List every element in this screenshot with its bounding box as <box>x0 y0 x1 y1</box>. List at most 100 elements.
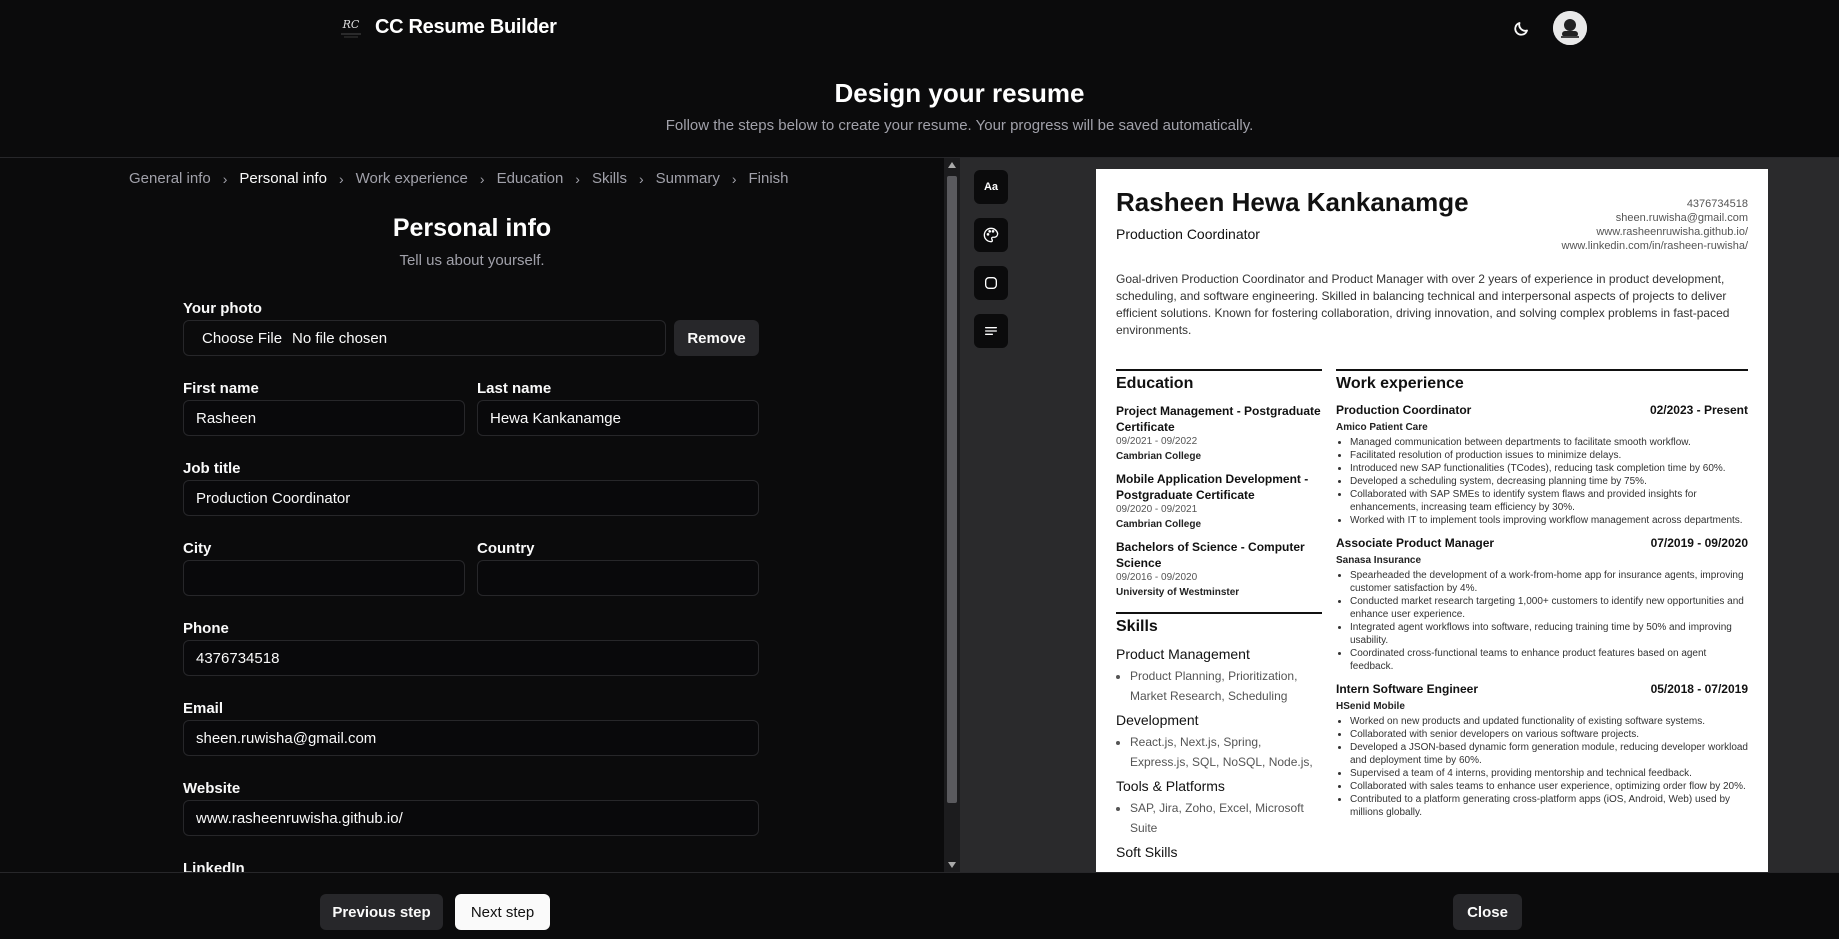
step-general-info[interactable]: General info <box>129 170 211 187</box>
work-bullet: Managed communication between department… <box>1350 436 1748 449</box>
step-finish[interactable]: Finish <box>749 170 789 187</box>
chevron-right-icon: › <box>638 170 644 187</box>
first-name-label: First name <box>183 380 259 397</box>
work-bullet: Coordinated cross-functional teams to en… <box>1350 647 1748 673</box>
linkedin-label: LinkedIn <box>183 860 245 872</box>
form-title: Personal info <box>392 214 552 242</box>
work-bullets: Worked on new products and updated funct… <box>1336 715 1748 819</box>
photo-file-input[interactable]: Choose File No file chosen <box>183 320 666 356</box>
work-company: Amico Patient Care <box>1336 422 1428 433</box>
work-dates: 05/2018 - 07/2019 <box>1650 682 1748 696</box>
country-label: Country <box>477 540 535 557</box>
skill-category: Soft Skills <box>1116 844 1178 860</box>
work-item: Production Coordinator 02/2023 - Present … <box>1336 403 1748 527</box>
next-step-button[interactable]: Next step <box>455 894 550 930</box>
app-logo-icon[interactable]: RC <box>336 12 366 42</box>
work-company: HSenid Mobile <box>1336 701 1405 712</box>
work-company: Sanasa Insurance <box>1336 555 1422 566</box>
first-name-input[interactable]: Rasheen <box>183 400 465 436</box>
scroll-up-icon[interactable] <box>948 162 956 168</box>
last-name-input[interactable]: Hewa Kankanamge <box>477 400 759 436</box>
work-title: Production Coordinator <box>1336 403 1472 417</box>
step-skills[interactable]: Skills <box>592 170 627 187</box>
scroll-thumb[interactable] <box>947 176 957 803</box>
app-title[interactable]: CC Resume Builder <box>375 16 557 39</box>
education-item: Mobile Application Development - Postgra… <box>1116 471 1322 530</box>
palette-icon[interactable] <box>974 218 1008 252</box>
education-degree: Bachelors of Science - Computer Science <box>1116 540 1305 570</box>
resume-job-title: Production Coordinator <box>1116 226 1260 242</box>
resume-name: Rasheen Hewa Kankanamge <box>1116 187 1469 217</box>
city-input[interactable] <box>183 560 465 596</box>
border-style-icon[interactable] <box>974 266 1008 300</box>
photo-label: Your photo <box>183 300 262 317</box>
resume-phone: 4376734518 <box>1686 198 1748 210</box>
education-degree: Mobile Application Development - Postgra… <box>1116 472 1309 502</box>
align-left-icon[interactable] <box>974 314 1008 348</box>
work-bullet: Contributed to a platform generating cro… <box>1350 793 1748 819</box>
resume-contact: 4376734518 sheen.ruwisha@gmail.com www.r… <box>1562 197 1748 253</box>
step-work-experience[interactable]: Work experience <box>356 170 468 187</box>
chevron-right-icon: › <box>222 170 228 187</box>
close-button[interactable]: Close <box>1453 894 1522 930</box>
work-bullet: Integrated agent workflows into software… <box>1350 621 1748 647</box>
work-item: Intern Software Engineer 05/2018 - 07/201… <box>1336 682 1748 819</box>
country-input[interactable] <box>477 560 759 596</box>
font-style-icon[interactable]: Aa <box>974 170 1008 204</box>
phone-input[interactable]: 4376734518 <box>183 640 759 676</box>
dark-mode-toggle-icon[interactable] <box>1510 16 1534 40</box>
resume-linkedin: www.linkedin.com/in/rasheen-ruwisha/ <box>1561 240 1748 252</box>
work-bullet: Developed a scheduling system, decreasin… <box>1350 475 1748 488</box>
form-subtitle: Tell us about yourself. <box>399 252 545 269</box>
work-bullet: Supervised a team of 4 interns, providin… <box>1350 767 1748 780</box>
work-bullet: Facilitated resolution of production iss… <box>1350 449 1748 462</box>
work-dates: 07/2019 - 09/2020 <box>1650 536 1748 550</box>
user-avatar[interactable] <box>1553 11 1587 45</box>
step-summary[interactable]: Summary <box>656 170 720 187</box>
page-title: Design your resume <box>834 78 1085 108</box>
website-input[interactable]: www.rasheenruwisha.github.io/ <box>183 800 759 836</box>
work-bullets: Spearheaded the development of a work-fr… <box>1336 569 1748 673</box>
education-school: Cambrian College <box>1116 519 1202 530</box>
city-label: City <box>183 540 212 557</box>
education-item: Bachelors of Science - Computer Science … <box>1116 539 1322 598</box>
form-pane: General info › Personal info › Work expe… <box>0 158 944 872</box>
skill-category: Product Management <box>1116 646 1250 662</box>
step-personal-info[interactable]: Personal info <box>239 170 327 187</box>
chevron-right-icon: › <box>575 170 580 187</box>
job-title-label: Job title <box>183 460 241 477</box>
education-dates: 09/2020 - 09/2021 <box>1116 504 1198 515</box>
education-item: Project Management - Postgraduate Certif… <box>1116 403 1322 462</box>
scroll-down-icon[interactable] <box>948 862 956 868</box>
resume-email: sheen.ruwisha@gmail.com <box>1615 212 1748 224</box>
work-bullet: Developed a JSON-based dynamic form gene… <box>1350 741 1748 767</box>
resume-document: Rasheen Hewa Kankanamge Production Coord… <box>1096 169 1768 872</box>
email-input[interactable]: sheen.ruwisha@gmail.com <box>183 720 759 756</box>
skill-list: SAP, Jira, Zoho, Excel, Microsoft Suite <box>1116 798 1322 838</box>
work-item: Associate Product Manager 07/2019 - 09/20… <box>1336 536 1748 673</box>
website-label: Website <box>183 780 241 797</box>
page-subtitle: Follow the steps below to create your re… <box>665 117 1254 134</box>
form-scrollbar[interactable] <box>944 158 960 872</box>
education-school: Cambrian College <box>1116 451 1202 462</box>
no-file-text: No file chosen <box>292 329 388 347</box>
work-dates: 02/2023 - Present <box>1649 403 1748 417</box>
top-bar: RC CC Resume Builder <box>0 0 1839 56</box>
skill-list: React.js, Next.js, Spring, Express.js, S… <box>1116 732 1322 772</box>
skill-category: Development <box>1116 712 1199 728</box>
skill-items: Product Planning, Prioritization, Market… <box>1130 666 1322 706</box>
work-title: Intern Software Engineer <box>1336 682 1479 696</box>
education-degree: Project Management - Postgraduate Certif… <box>1116 404 1321 434</box>
previous-step-button[interactable]: Previous step <box>320 894 443 930</box>
work-bullet: Collaborated with SAP SMEs to identify s… <box>1350 488 1748 514</box>
chevron-right-icon: › <box>479 170 485 187</box>
choose-file-button[interactable]: Choose File <box>202 330 282 347</box>
work-bullet: Collaborated with senior developers on v… <box>1350 728 1748 741</box>
work-heading: Work experience <box>1336 369 1748 393</box>
education-school: University of Westminster <box>1116 587 1240 598</box>
remove-photo-button[interactable]: Remove <box>674 320 759 356</box>
job-title-input[interactable]: Production Coordinator <box>183 480 759 516</box>
skill-items: SAP, Jira, Zoho, Excel, Microsoft Suite <box>1130 798 1322 838</box>
step-education[interactable]: Education <box>497 170 564 187</box>
resume-right-column: Work experience Production Coordinator 02… <box>1336 369 1748 828</box>
